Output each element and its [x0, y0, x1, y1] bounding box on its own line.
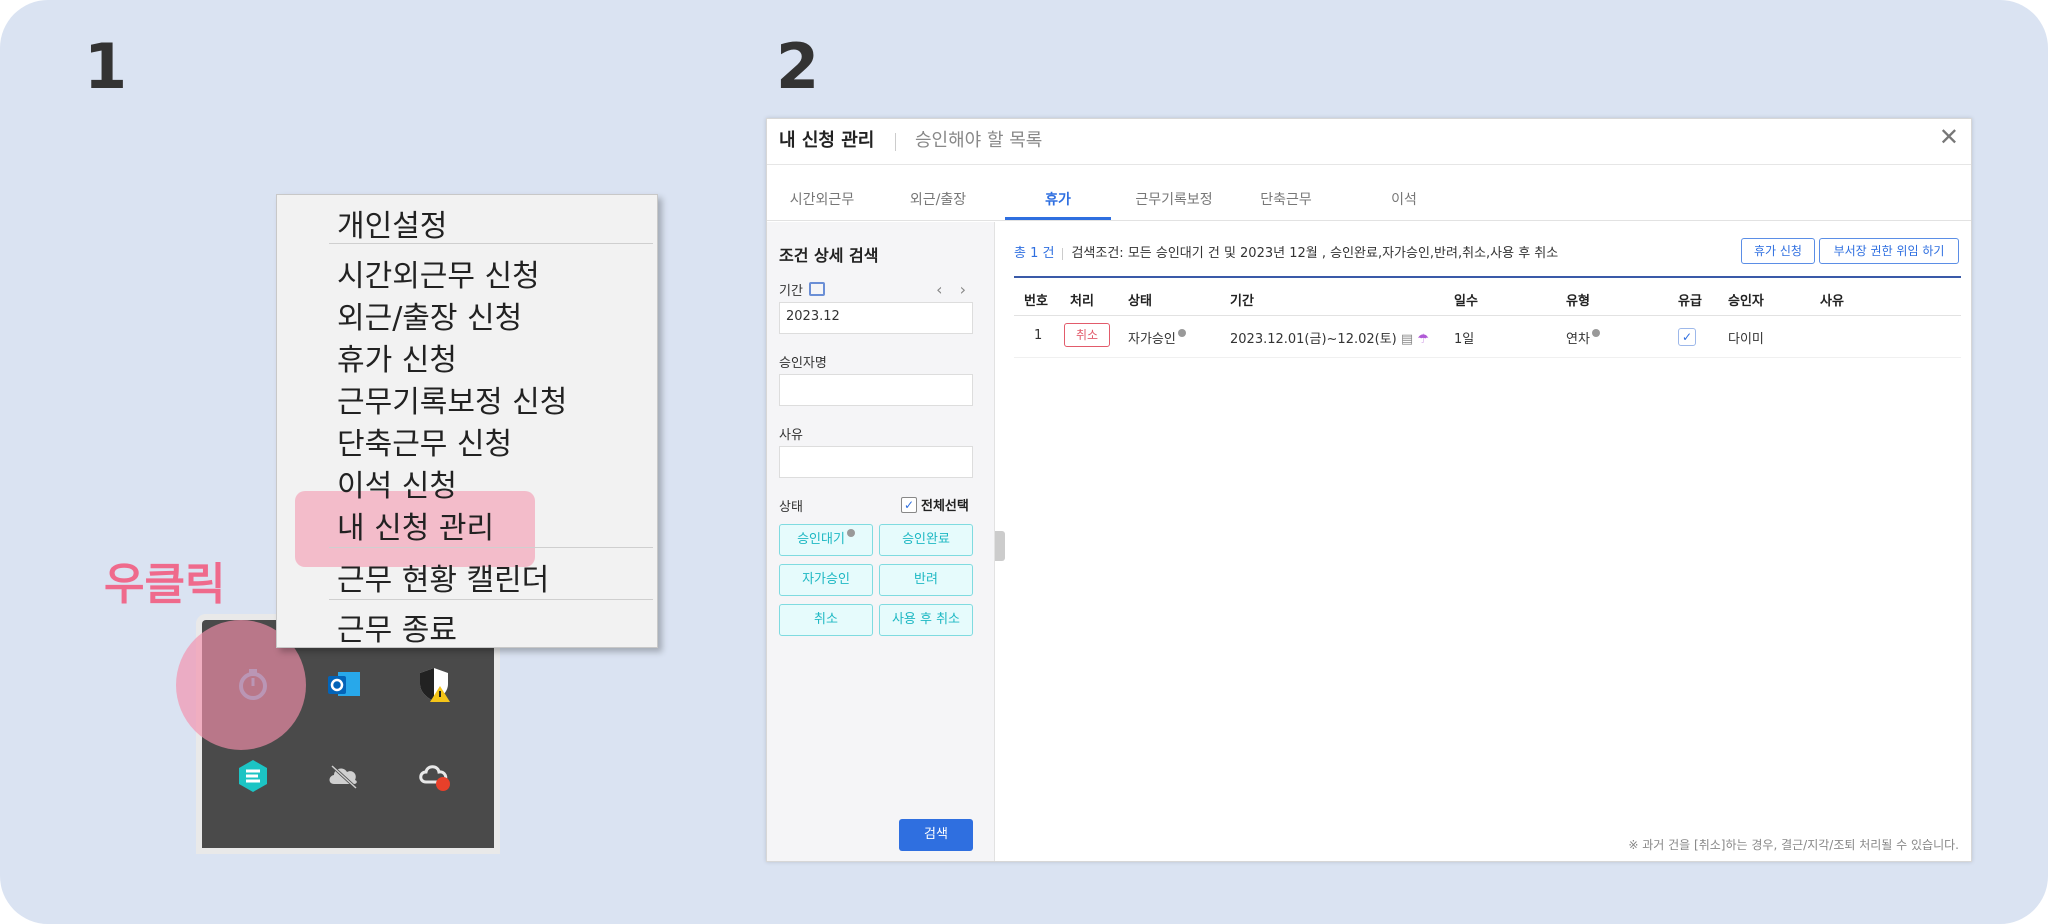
- filter-heading: 조건 상세 검색: [779, 246, 879, 265]
- row-type-label: 연차: [1566, 332, 1590, 347]
- row-status-label: 자가승인: [1128, 332, 1176, 347]
- state-label: 상태: [779, 500, 803, 515]
- row-period: 2023.12.01(금)~12.02(토) ▤ ☂: [1230, 328, 1429, 347]
- col-reason: 사유: [1820, 294, 1844, 309]
- close-icon[interactable]: ✕: [1939, 123, 1959, 151]
- info-icon: [1591, 329, 1600, 337]
- col-approver: 승인자: [1728, 294, 1764, 309]
- cancel-button[interactable]: 취소: [1064, 323, 1110, 347]
- active-tab-indicator: [1005, 217, 1111, 220]
- search-criteria: 검색조건: 모든 승인대기 건 및 2023년 12월 , 승인완료,자가승인,…: [1071, 246, 1559, 261]
- row-type: 연차: [1566, 328, 1600, 347]
- row-period-label: 2023.12.01(금)~12.02(토): [1230, 332, 1397, 347]
- menu-item-record-correction-request[interactable]: 근무기록보정 신청: [337, 377, 567, 421]
- footnote: ※ 과거 건을 [취소]하는 경우, 결근/지각/조퇴 처리될 수 있습니다.: [1628, 838, 1959, 852]
- document-icon[interactable]: ▤: [1401, 332, 1413, 347]
- search-filter-panel: 조건 상세 검색 기간 ‹ › 2023.12 승인자명 사유 상태 ✓ 전체선…: [767, 222, 995, 861]
- results-panel: 총 1 건 검색조건: 모든 승인대기 건 및 2023년 12월 , 승인완료,…: [996, 222, 1971, 861]
- col-period: 기간: [1230, 294, 1254, 309]
- my-requests-window: 내 신청 관리 승인해야 할 목록 ✕ 시간외근무 외근/출장 휴가 근무기록보…: [766, 118, 1972, 862]
- info-icon: [846, 529, 855, 537]
- period-nav-arrows-icon[interactable]: ‹ ›: [936, 280, 972, 299]
- col-action: 처리: [1070, 294, 1094, 309]
- menu-item-my-requests[interactable]: 내 신청 관리: [337, 503, 494, 547]
- right-click-label: 우클릭: [104, 559, 226, 610]
- state-pending-button[interactable]: 승인대기: [779, 524, 873, 556]
- row-status: 자가승인: [1128, 328, 1186, 347]
- row-no: 1: [1034, 328, 1043, 343]
- period-label: 기간: [779, 284, 803, 299]
- col-type: 유형: [1566, 294, 1590, 309]
- search-button[interactable]: 검색: [899, 819, 973, 851]
- tab-overtime[interactable]: 시간외근무: [767, 189, 877, 209]
- tab-away[interactable]: 이석: [1349, 189, 1459, 209]
- tab-record-correction[interactable]: 근무기록보정: [1119, 189, 1229, 209]
- row-approver: 다이미: [1728, 332, 1764, 347]
- step-number-1: 1: [84, 30, 128, 103]
- table-header: 번호 처리 상태 기간 일수 유형 유급 승인자 사유: [1014, 276, 1961, 316]
- delegate-authority-button[interactable]: 부서장 권한 위임 하기: [1819, 238, 1959, 264]
- menu-separator: [329, 599, 653, 600]
- menu-item-leave-request[interactable]: 휴가 신청: [337, 335, 457, 379]
- requests-table: 번호 처리 상태 기간 일수 유형 유급 승인자 사유 1 취소 자가승인 20…: [1014, 276, 1961, 358]
- tab-short-work[interactable]: 단축근무: [1231, 189, 1341, 209]
- col-status: 상태: [1128, 294, 1152, 309]
- info-icon: [1177, 329, 1186, 337]
- tray-context-menu: 개인설정 시간외근무 신청 외근/출장 신청 휴가 신청 근무기록보정 신청 단…: [276, 194, 658, 648]
- state-rejected-button[interactable]: 반려: [879, 564, 973, 596]
- window-title[interactable]: 내 신청 관리: [779, 126, 874, 152]
- approver-input[interactable]: [779, 374, 973, 406]
- menu-item-overtime-request[interactable]: 시간외근무 신청: [337, 251, 540, 295]
- leave-request-button[interactable]: 휴가 신청: [1741, 238, 1815, 264]
- tab-outside-work[interactable]: 외근/출장: [883, 189, 993, 209]
- state-pending-label: 승인대기: [797, 532, 845, 547]
- window-header: 내 신청 관리 승인해야 할 목록 ✕: [767, 119, 1971, 165]
- state-approved-button[interactable]: 승인완료: [879, 524, 973, 556]
- select-all-checkbox[interactable]: ✓ 전체선택: [901, 495, 969, 514]
- select-all-label: 전체선택: [921, 499, 969, 514]
- col-no: 번호: [1024, 294, 1048, 309]
- menu-item-work-calendar[interactable]: 근무 현황 캘린더: [337, 555, 549, 599]
- summary-divider: [1062, 247, 1064, 260]
- state-self-approved-button[interactable]: 자가승인: [779, 564, 873, 596]
- total-count: 총 1 건: [1014, 246, 1055, 261]
- menu-item-short-work-request[interactable]: 단축근무 신청: [337, 419, 512, 463]
- step-number-2: 2: [776, 30, 820, 103]
- creative-cloud-icon[interactable]: [412, 754, 456, 798]
- state-cancelled-after-use-button[interactable]: 사용 후 취소: [879, 604, 973, 636]
- menu-item-personal-settings[interactable]: 개인설정: [337, 201, 447, 245]
- table-row[interactable]: 1 취소 자가승인 2023.12.01(금)~12.02(토) ▤ ☂ 1일 …: [1014, 316, 1961, 358]
- cloud-offline-icon[interactable]: [322, 754, 366, 798]
- calendar-icon[interactable]: [809, 282, 825, 296]
- tab-leave[interactable]: 휴가: [1003, 189, 1113, 209]
- outlook-icon[interactable]: [322, 662, 366, 706]
- title-divider: [895, 133, 896, 151]
- edge-app-icon[interactable]: [231, 754, 275, 798]
- approver-label: 승인자명: [779, 356, 827, 371]
- reason-label: 사유: [779, 428, 803, 443]
- col-days: 일수: [1454, 294, 1478, 309]
- period-input[interactable]: 2023.12: [779, 302, 973, 334]
- security-shield-icon[interactable]: [412, 662, 456, 706]
- menu-item-outside-work-request[interactable]: 외근/출장 신청: [337, 293, 522, 337]
- menu-separator: [329, 547, 653, 548]
- row-days: 1일: [1454, 332, 1475, 347]
- state-cancelled-button[interactable]: 취소: [779, 604, 873, 636]
- reason-input[interactable]: [779, 446, 973, 478]
- checkbox-check-icon: ✓: [901, 496, 917, 513]
- menu-item-end-work[interactable]: 근무 종료: [337, 605, 457, 649]
- tab-bar: 시간외근무 외근/출장 휴가 근무기록보정 단축근무 이석: [767, 165, 1971, 221]
- approval-list-link[interactable]: 승인해야 할 목록: [915, 126, 1042, 152]
- paid-check-icon: ✓: [1678, 328, 1696, 346]
- menu-separator: [329, 243, 653, 244]
- result-summary: 총 1 건 검색조건: 모든 승인대기 건 및 2023년 12월 , 승인완료,…: [1014, 242, 1558, 261]
- col-paid: 유급: [1678, 294, 1702, 309]
- umbrella-icon: ☂: [1417, 332, 1429, 347]
- menu-item-away-request[interactable]: 이석 신청: [337, 461, 457, 505]
- tutorial-frame: 1 2 우클릭 개인설정 시간외근무 신청 외근/출장 신청 휴가 신청 근무기…: [0, 0, 2048, 924]
